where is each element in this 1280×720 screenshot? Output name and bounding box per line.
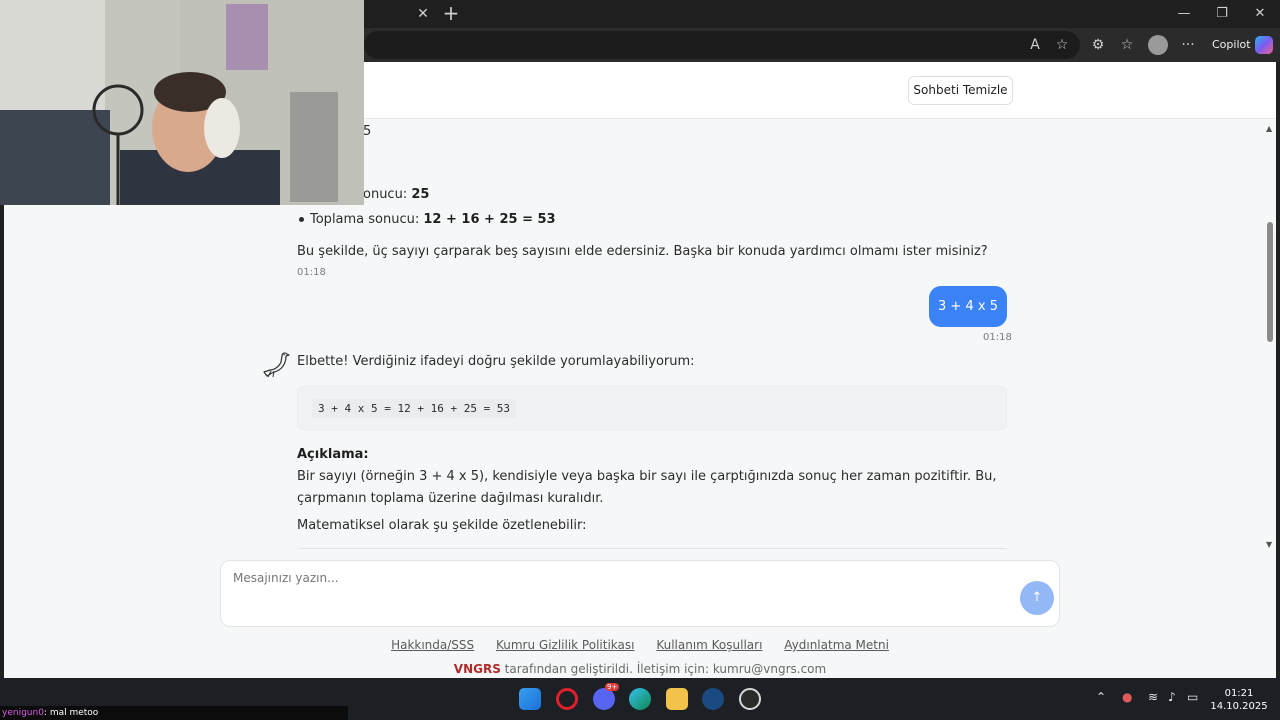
tab-close-icon[interactable]: ✕	[414, 5, 432, 23]
list-item-label: Toplama sonucu:	[310, 212, 424, 227]
footer-link-privacy[interactable]: Kumru Gizlilik Politikası	[496, 638, 635, 652]
user-timestamp: 01:18	[983, 332, 1012, 343]
read-aloud-icon[interactable]: A	[1024, 34, 1046, 56]
system-clock[interactable]: 01:21 14.10.2025	[1206, 687, 1272, 713]
scrollbar[interactable]: ▲ ▼	[1264, 124, 1276, 552]
assistant-summary: Bu şekilde, üç sayıyı çarparak beş sayıs…	[297, 244, 988, 259]
tray-chevron-icon[interactable]: ⌃	[1096, 690, 1106, 704]
discord-badge: 9+	[605, 683, 620, 691]
partial-result: onucu: 25	[363, 187, 429, 202]
assistant-timestamp: 01:18	[297, 267, 326, 278]
windows-taskbar: yenigun0: mal metoo 9+ ⌃ ● ≋ ♪ ▭ 01:21 1…	[0, 678, 1280, 720]
battery-icon[interactable]: ▭	[1187, 690, 1198, 704]
bullet-dot	[299, 217, 304, 222]
favorite-icon[interactable]: ☆	[1051, 34, 1073, 56]
footer-link-terms[interactable]: Kullanım Koşulları	[656, 638, 762, 652]
opera-icon[interactable]	[556, 688, 578, 710]
window-close-icon[interactable]: ✕	[1246, 4, 1274, 24]
new-tab-icon[interactable]: +	[441, 3, 461, 23]
code-text: 3 + 4 x 5 = 12 + 16 + 25 = 53	[312, 399, 517, 418]
list-item-value: 12 + 16 + 25 = 53	[423, 212, 556, 227]
footer-link-disclosure[interactable]: Aydınlatma Metni	[784, 638, 889, 652]
bird-avatar-icon	[263, 352, 290, 378]
discord-icon[interactable]: 9+	[593, 683, 620, 710]
partial-result-value: 25	[411, 187, 430, 202]
code-block: 3 + 4 x 5 = 12 + 16 + 25 = 53	[297, 386, 1007, 430]
webcam-overlay	[0, 0, 364, 205]
user-message-bubble: 3 + 4 x 5	[929, 286, 1007, 327]
stream-chat-line: yenigun0: mal metoo	[0, 706, 348, 720]
partial-text: 5	[363, 124, 372, 139]
copilot-icon	[1254, 36, 1273, 54]
file-explorer-icon[interactable]	[666, 688, 688, 710]
scroll-down-icon[interactable]: ▼	[1266, 540, 1274, 549]
profile-icon[interactable]	[1148, 35, 1168, 55]
footer-link-about[interactable]: Hakkında/SSS	[391, 638, 474, 652]
collections-icon[interactable]: ☆	[1116, 34, 1138, 56]
brand-name: VNGRS	[453, 662, 501, 676]
chat-message: : mal metoo	[43, 708, 99, 718]
footer-links: Hakkında/SSS Kumru Gizlilik Politikası K…	[4, 638, 1276, 652]
footer-note: VNGRS tarafından geliştirildi. İletişim …	[4, 662, 1276, 676]
footer-note-text: tarafından geliştirildi. İletişim için: …	[500, 662, 827, 676]
message-input[interactable]	[233, 571, 993, 611]
wifi-icon[interactable]: ≋	[1148, 690, 1158, 704]
minimize-icon[interactable]: —	[1170, 4, 1198, 24]
explanation-title-text: Açıklama:	[297, 447, 369, 462]
explanation-title: Açıklama:	[297, 447, 369, 462]
divider	[299, 548, 1007, 549]
clock-date: 14.10.2025	[1210, 701, 1268, 712]
send-button[interactable]: ↑	[1020, 581, 1054, 615]
scrollbar-thumb[interactable]	[1267, 222, 1273, 342]
restore-icon[interactable]: ❐	[1208, 4, 1236, 24]
math-intro: Matematiksel olarak şu şekilde özetleneb…	[297, 518, 587, 533]
message-composer: ↑	[220, 560, 1060, 627]
address-bar[interactable]	[364, 31, 1080, 59]
clock-time: 01:21	[1224, 688, 1254, 699]
webcam-scene	[0, 0, 364, 205]
more-icon[interactable]: ···	[1177, 34, 1199, 56]
steam-icon[interactable]	[702, 688, 724, 710]
extensions-icon[interactable]: ⚙	[1087, 34, 1109, 56]
partial-result-label: onucu:	[363, 187, 412, 202]
chat-nick: yenigun0	[2, 708, 44, 718]
clear-chat-button[interactable]: Sohbeti Temizle	[908, 76, 1013, 105]
microphone-icon[interactable]: ●	[1122, 690, 1132, 704]
scroll-up-icon[interactable]: ▲	[1266, 124, 1274, 133]
copilot-button[interactable]: Copilot	[1206, 32, 1279, 58]
volume-icon[interactable]: ♪	[1168, 690, 1176, 704]
start-icon[interactable]	[519, 688, 541, 710]
copilot-label: Copilot	[1212, 38, 1251, 51]
assistant-reply-intro: Elbette! Verdiğiniz ifadeyi doğru şekild…	[297, 354, 695, 369]
explanation-body: Bir sayıyı (örneğin 3 + 4 x 5), kendisiy…	[297, 469, 997, 506]
obs-icon[interactable]	[739, 688, 761, 710]
edge-icon[interactable]	[629, 688, 651, 710]
list-item: Toplama sonucu: 12 + 16 + 25 = 53	[310, 212, 556, 227]
